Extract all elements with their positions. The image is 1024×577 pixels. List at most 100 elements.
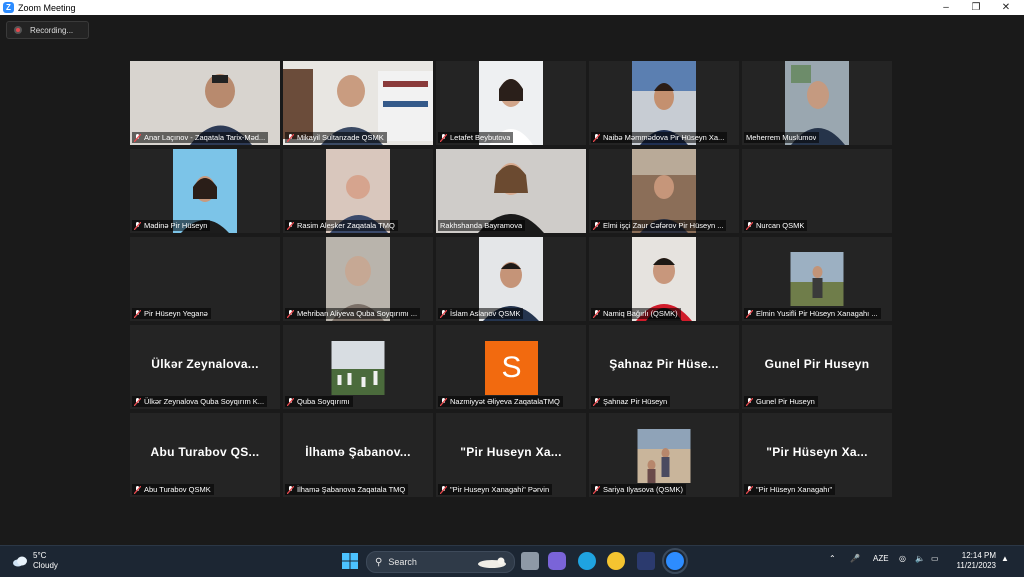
- restore-icon[interactable]: ❐: [960, 0, 992, 15]
- participant-name-label: Ülkər Zeynalova Quba Soyqırım K...: [132, 396, 268, 407]
- participant-name-label: Nurcan QSMK: [744, 220, 808, 231]
- close-icon[interactable]: ✕: [990, 0, 1022, 15]
- participant-tile[interactable]: "Pir Huseyn Xa... "Pir Huseyn Xanagahi" …: [436, 413, 586, 497]
- muted-mic-icon: [440, 309, 447, 318]
- zoom-logo-icon: Z: [3, 2, 14, 13]
- clock-date: 11/21/2023: [956, 561, 996, 570]
- muted-mic-icon: [593, 309, 600, 318]
- search-highlight-seal-icon: [478, 557, 506, 568]
- record-icon: [14, 26, 22, 34]
- participant-name-label: "Pir Huseyn Xanagahi" Pərvin: [438, 484, 553, 495]
- powershell-icon[interactable]: [637, 552, 655, 570]
- recording-indicator[interactable]: Recording...: [6, 21, 89, 39]
- participant-display-name: "Pir Huseyn Xa...: [460, 445, 562, 459]
- participant-tile[interactable]: Şahnaz Pir Hüse... Şahnaz Pir Hüseyn: [589, 325, 739, 409]
- taskbar-search-box[interactable]: ⚲ Search: [366, 551, 515, 573]
- edge-icon[interactable]: [578, 552, 596, 570]
- muted-mic-icon: [134, 309, 141, 318]
- participant-name-label: Şahnaz Pir Hüseyn: [591, 396, 671, 407]
- wifi-icon[interactable]: ◎: [899, 554, 906, 563]
- participant-name-label: Abu Turabov QSMK: [132, 484, 214, 495]
- zoom-taskbar-icon[interactable]: [662, 548, 688, 574]
- muted-mic-icon: [440, 397, 447, 406]
- microphone-icon[interactable]: 🎤: [850, 554, 860, 563]
- recording-label: Recording...: [30, 25, 74, 35]
- muted-mic-icon: [287, 397, 294, 406]
- system-clock[interactable]: 12:14 PM 11/21/2023: [950, 551, 996, 571]
- notification-bell-icon[interactable]: ▲: [1001, 554, 1009, 563]
- participant-name-label: Elmi işçi Zaur Cəfərov Pir Hüseyn ...: [591, 220, 727, 231]
- participant-tile[interactable]: Mehriban Aliyeva Quba Soyqırımı ...: [283, 237, 433, 321]
- participant-tile[interactable]: Nurcan QSMK: [742, 149, 892, 233]
- participant-tile[interactable]: Gunel Pir Huseyn Gunel Pir Huseyn: [742, 325, 892, 409]
- muted-mic-icon: [746, 397, 753, 406]
- participant-name-label: Mikayil Sultanzade QSMK: [285, 132, 387, 143]
- active-speaker-tile[interactable]: Rakhshanda Bayramova: [436, 149, 586, 233]
- teams-chat-icon[interactable]: [548, 552, 566, 570]
- participant-tile[interactable]: Letafet Beybutova: [436, 61, 586, 145]
- speaker-muted-icon[interactable]: 🔈: [915, 554, 925, 563]
- task-view-icon[interactable]: [521, 552, 539, 570]
- taskbar: 5°C Cloudy ⚲ Search ⌃ 🎤 AZE ◎ 🔈 ▭ 12:14 …: [0, 545, 1024, 577]
- weather-widget[interactable]: 5°C Cloudy: [12, 551, 58, 571]
- participant-display-name: Gunel Pir Huseyn: [764, 357, 870, 371]
- participant-avatar: S: [485, 341, 538, 395]
- window-title: Zoom Meeting: [18, 2, 76, 13]
- participant-tile[interactable]: Sariya Ilyasova (QSMK): [589, 413, 739, 497]
- clock-time: 12:14 PM: [961, 551, 996, 560]
- participant-name-label: Nazmiyyət Əliyeva ZaqatalaTMQ: [438, 396, 563, 407]
- minimize-icon[interactable]: –: [930, 0, 962, 15]
- participant-name-label: Anar Laçınov - Zaqatala Tarix-Məd...: [132, 132, 269, 143]
- participant-display-name: Şahnaz Pir Hüse...: [609, 357, 719, 371]
- participant-tile[interactable]: Pir Hüseyn Yeganə: [130, 237, 280, 321]
- muted-mic-icon: [746, 221, 753, 230]
- participant-tile[interactable]: Quba Soyqırımı: [283, 325, 433, 409]
- participant-tile[interactable]: Elmi işçi Zaur Cəfərov Pir Hüseyn ...: [589, 149, 739, 233]
- participant-tile[interactable]: Naibə Məmmədova Pir Hüseyn Xa...: [589, 61, 739, 145]
- participant-name-label: Meherrem Muslumov: [744, 132, 820, 143]
- participant-name-label: Gunel Pir Huseyn: [744, 396, 818, 407]
- participant-tile[interactable]: Namiq Bağırlı (QSMK): [589, 237, 739, 321]
- muted-mic-icon: [287, 309, 294, 318]
- participant-tile[interactable]: Rasim Alesker Zaqatala TMQ: [283, 149, 433, 233]
- participant-name-label: Rasim Alesker Zaqatala TMQ: [285, 220, 398, 231]
- muted-mic-icon: [287, 221, 294, 230]
- participant-display-name: İlhamə Şabanov...: [305, 445, 411, 459]
- battery-icon[interactable]: ▭: [931, 554, 939, 563]
- chrome-icon[interactable]: [607, 552, 625, 570]
- participant-name-label: "Pir Hüseyn Xanagahı": [744, 484, 836, 495]
- participant-tile[interactable]: İlhamə Şabanov... İlhamə Şabanova Zaqata…: [283, 413, 433, 497]
- participant-tile[interactable]: Ülkər Zeynalova... Ülkər Zeynalova Quba …: [130, 325, 280, 409]
- windows-start-icon[interactable]: [341, 552, 359, 570]
- participant-name-label: Sariya Ilyasova (QSMK): [591, 484, 687, 495]
- participant-tile[interactable]: Anar Laçınov - Zaqatala Tarix-Məd...: [130, 61, 280, 145]
- participant-name-label: İlhamə Şabanova Zaqatala TMQ: [285, 484, 409, 495]
- participant-name-label: Elmin Yusifli Pir Hüseyn Xanagahı ...: [744, 308, 881, 319]
- participant-avatar-image: [331, 341, 385, 395]
- chevron-up-icon[interactable]: ⌃: [829, 554, 836, 563]
- title-bar: Z Zoom Meeting – ❐ ✕: [0, 0, 1024, 15]
- muted-mic-icon: [287, 485, 294, 494]
- participant-tile[interactable]: S Nazmiyyət Əliyeva ZaqatalaTMQ: [436, 325, 586, 409]
- participant-display-name: "Pir Hüseyn Xa...: [766, 445, 868, 459]
- participant-name-label: Rakhshanda Bayramova: [438, 220, 526, 231]
- participant-name-label: Mehriban Aliyeva Quba Soyqırımı ...: [285, 308, 421, 319]
- participant-tile[interactable]: Mikayil Sultanzade QSMK: [283, 61, 433, 145]
- participant-display-name: Abu Turabov QS...: [150, 445, 260, 459]
- participant-tile[interactable]: Elmin Yusifli Pir Hüseyn Xanagahı ...: [742, 237, 892, 321]
- input-language[interactable]: AZE: [873, 554, 889, 563]
- muted-mic-icon: [134, 133, 141, 142]
- gallery-view: Anar Laçınov - Zaqatala Tarix-Məd... Mik…: [130, 61, 895, 499]
- participant-tile[interactable]: İslam Aslanov QSMK: [436, 237, 586, 321]
- muted-mic-icon: [746, 309, 753, 318]
- muted-mic-icon: [746, 485, 753, 494]
- participant-name-label: Letafet Beybutova: [438, 132, 514, 143]
- participant-tile[interactable]: Meherrem Muslumov: [742, 61, 892, 145]
- muted-mic-icon: [593, 397, 600, 406]
- search-placeholder: Search: [388, 557, 417, 567]
- participant-tile[interactable]: Madinə Pir Hüseyn: [130, 149, 280, 233]
- participant-tile[interactable]: "Pir Hüseyn Xa... "Pir Hüseyn Xanagahı": [742, 413, 892, 497]
- participant-video: [790, 252, 844, 306]
- participant-tile[interactable]: Abu Turabov QS... Abu Turabov QSMK: [130, 413, 280, 497]
- participant-video: [637, 429, 691, 483]
